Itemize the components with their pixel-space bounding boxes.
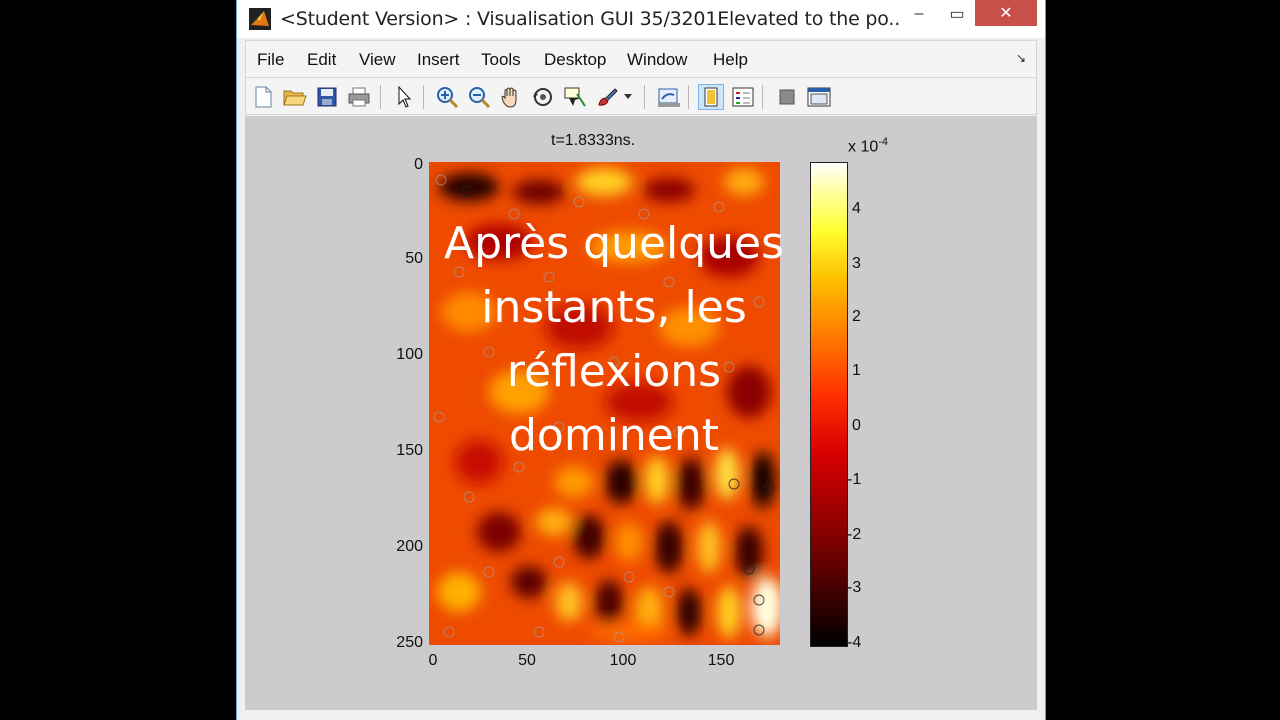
- colorbar-exponent-power: -4: [878, 136, 889, 148]
- brush-icon[interactable]: [594, 84, 620, 110]
- open-file-icon[interactable]: [282, 84, 308, 110]
- toolbar-separator: [380, 85, 381, 109]
- colorbar-tick-label: -3: [847, 579, 862, 596]
- y-tick-label: 100: [396, 346, 423, 363]
- plot-title: t=1.8333ns.: [551, 132, 636, 149]
- y-tick-label: 50: [405, 250, 423, 267]
- colorbar-tick-label: -2: [847, 526, 862, 543]
- menu-insert[interactable]: Insert: [417, 50, 460, 70]
- toolbar-separator: [644, 85, 645, 109]
- menu-window[interactable]: Window: [627, 50, 687, 70]
- figure-toolbar: [245, 77, 1037, 115]
- minimize-button[interactable]: ‒: [899, 0, 939, 28]
- rotate-3d-icon[interactable]: [530, 84, 556, 110]
- overlay-caption: Après quelques instants, les réflexions …: [429, 212, 799, 468]
- insert-colorbar-icon[interactable]: [698, 84, 724, 110]
- show-plot-tools-icon[interactable]: [806, 84, 832, 110]
- toolbar-separator: [423, 85, 424, 109]
- save-icon[interactable]: [314, 84, 340, 110]
- colorbar-exponent-base: x 10: [848, 138, 879, 156]
- insert-legend-icon[interactable]: [730, 84, 756, 110]
- menu-file[interactable]: File: [257, 50, 284, 70]
- x-tick-label: 0: [428, 652, 438, 669]
- y-tick-label: 200: [396, 538, 423, 555]
- colorbar-tick-label: 0: [852, 417, 861, 434]
- menu-desktop[interactable]: Desktop: [544, 50, 606, 70]
- x-tick-label: 150: [707, 652, 735, 669]
- zoom-in-icon[interactable]: [434, 84, 460, 110]
- maximize-button[interactable]: ▭: [937, 0, 977, 28]
- y-tick-label: 150: [396, 442, 423, 459]
- dock-arrow-icon[interactable]: ↘: [1016, 51, 1026, 65]
- colorbar[interactable]: [810, 162, 848, 647]
- figure-canvas: t=1.8333ns. 0 50 100 150 200 250 Après q…: [245, 116, 1037, 710]
- toolbar-separator: [762, 85, 763, 109]
- colorbar-tick-label: 3: [852, 255, 861, 272]
- colorbar-tick-label: 2: [852, 308, 861, 325]
- colorbar-tick-label: 4: [852, 200, 861, 217]
- print-icon[interactable]: [346, 84, 372, 110]
- matlab-logo-icon: [249, 8, 271, 30]
- y-tick-label: 0: [414, 156, 423, 173]
- colorbar-tick-label: 1: [852, 362, 861, 379]
- data-cursor-icon[interactable]: [562, 84, 588, 110]
- menu-view[interactable]: View: [359, 50, 396, 70]
- close-button[interactable]: ✕: [975, 0, 1037, 26]
- menu-help[interactable]: Help: [713, 50, 748, 70]
- zoom-out-icon[interactable]: [466, 84, 492, 110]
- menu-edit[interactable]: Edit: [307, 50, 336, 70]
- new-figure-icon[interactable]: [250, 84, 276, 110]
- menu-bar: File Edit View Insert Tools Desktop Wind…: [245, 40, 1037, 78]
- colorbar-tick-label: -1: [847, 471, 862, 488]
- y-tick-label: 250: [396, 634, 423, 651]
- brush-dropdown-icon[interactable]: [622, 84, 634, 110]
- overlay-caption-line: Après quelques: [443, 218, 785, 269]
- x-tick-label: 100: [609, 652, 637, 669]
- title-bar[interactable]: <Student Version> : Visualisation GUI 35…: [237, 0, 1045, 38]
- colorbar-exponent: x 10-4: [848, 136, 888, 156]
- window-title: <Student Version> : Visualisation GUI 35…: [280, 8, 900, 30]
- edit-plot-arrow-icon[interactable]: [391, 84, 417, 110]
- overlay-caption-line: dominent: [508, 410, 720, 461]
- overlay-caption-line: réflexions: [506, 346, 722, 397]
- colorbar-tick-label: -4: [847, 634, 862, 651]
- hide-plot-tools-icon[interactable]: [774, 84, 800, 110]
- link-plot-icon[interactable]: [656, 84, 682, 110]
- figure-window: <Student Version> : Visualisation GUI 35…: [236, 0, 1046, 720]
- overlay-caption-line: instants, les: [481, 282, 747, 333]
- toolbar-separator: [688, 85, 689, 109]
- pan-hand-icon[interactable]: [498, 84, 524, 110]
- x-tick-label: 50: [518, 652, 536, 669]
- menu-tools[interactable]: Tools: [481, 50, 521, 70]
